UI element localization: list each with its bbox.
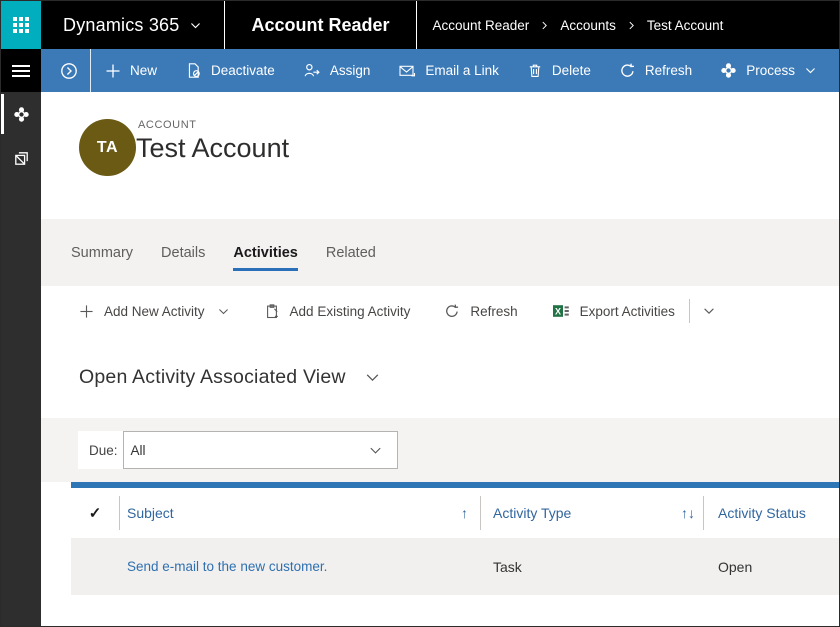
tab-summary[interactable]: Summary — [71, 235, 133, 271]
chevron-down-icon — [804, 64, 817, 77]
email-a-link-button[interactable]: Email a Link — [384, 49, 513, 92]
toolbar-overflow-button[interactable] — [702, 304, 716, 318]
column-header-subject[interactable]: Subject ↑ — [120, 505, 480, 521]
rail-item-recent[interactable] — [1, 136, 41, 180]
main-content: TA ACCOUNT Test Account Summary Details … — [41, 92, 839, 626]
deactivate-icon — [185, 62, 202, 79]
site-map-menu-button[interactable] — [1, 49, 41, 92]
assign-person-icon — [303, 62, 321, 79]
refresh-icon — [444, 303, 460, 319]
chevron-down-icon — [702, 304, 716, 318]
record-set-navigator-button[interactable] — [41, 62, 90, 80]
plus-icon — [79, 304, 94, 319]
plus-icon — [105, 63, 121, 79]
module-title[interactable]: Account Reader — [225, 1, 415, 49]
recent-pages-icon — [12, 149, 31, 168]
pinwheel-icon — [13, 106, 30, 123]
add-existing-activity-button[interactable]: Add Existing Activity — [264, 303, 411, 320]
email-a-link-button-label: Email a Link — [425, 63, 499, 78]
export-activities-button[interactable]: X Export Activities — [552, 303, 675, 319]
record-header: TA ACCOUNT Test Account — [41, 92, 839, 219]
refresh-activities-label: Refresh — [470, 304, 517, 319]
circle-chevron-right-icon — [60, 62, 78, 80]
table-row[interactable]: Send e-mail to the new customer. Task Op… — [71, 538, 839, 595]
entity-type-label: ACCOUNT — [138, 119, 197, 131]
chevron-down-icon[interactable] — [364, 369, 381, 386]
activities-toolbar: Add New Activity Add Existing Activity — [41, 286, 839, 336]
deactivate-button[interactable]: Deactivate — [171, 49, 289, 92]
subject-link[interactable]: Send e-mail to the new customer. — [127, 559, 327, 574]
account-avatar: TA — [79, 119, 136, 176]
process-button[interactable]: Process — [706, 49, 831, 92]
avatar-initials: TA — [97, 139, 118, 157]
cell-subject: Send e-mail to the new customer. — [120, 559, 480, 574]
refresh-activities-button[interactable]: Refresh — [444, 303, 517, 319]
deactivate-button-label: Deactivate — [211, 63, 275, 78]
email-link-icon — [398, 63, 416, 79]
svg-text:X: X — [555, 306, 561, 316]
add-existing-activity-label: Add Existing Activity — [290, 304, 411, 319]
clipboard-edit-icon — [264, 303, 280, 320]
sort-both-icon[interactable]: ↑↓ — [681, 505, 695, 521]
delete-button-label: Delete — [552, 63, 591, 78]
record-title: Test Account — [136, 133, 289, 164]
tab-details[interactable]: Details — [161, 235, 205, 271]
due-filter-label: Due: — [78, 431, 123, 469]
left-navigation-rail — [1, 49, 41, 626]
check-icon: ✓ — [89, 504, 102, 522]
tab-related[interactable]: Related — [326, 235, 376, 271]
chevron-right-icon — [626, 20, 637, 31]
refresh-button-label: Refresh — [645, 63, 692, 78]
due-filter-value: All — [131, 443, 146, 458]
cell-activity-status: Open — [704, 559, 839, 575]
excel-export-icon: X — [552, 303, 570, 319]
grid-header-row: ✓ Subject ↑ Activity Type ↑↓ Activity St… — [71, 488, 839, 538]
add-new-activity-label: Add New Activity — [104, 304, 205, 319]
waffle-icon — [13, 17, 29, 33]
dynamics-365-window: Dynamics 365 Account Reader Account Read… — [0, 0, 840, 627]
refresh-button[interactable]: Refresh — [605, 49, 706, 92]
activities-grid: ✓ Subject ↑ Activity Type ↑↓ Activity St… — [71, 482, 839, 595]
sort-ascending-icon[interactable]: ↑ — [461, 505, 468, 521]
app-name: Dynamics 365 — [63, 15, 179, 36]
cell-activity-type: Task — [481, 559, 703, 575]
breadcrumb: Account Reader Accounts Test Account — [417, 1, 728, 49]
delete-button[interactable]: Delete — [513, 49, 605, 92]
record-tabs: Summary Details Activities Related — [41, 219, 839, 286]
view-selector-row: Open Activity Associated View — [41, 336, 839, 418]
new-button-label: New — [130, 63, 157, 78]
export-activities-label: Export Activities — [580, 304, 675, 319]
refresh-icon — [619, 62, 636, 79]
view-selector[interactable]: Open Activity Associated View — [79, 366, 346, 389]
divider — [689, 299, 690, 323]
rail-item-home[interactable] — [1, 92, 41, 136]
chevron-down-icon — [189, 19, 202, 32]
chevron-down-icon — [368, 443, 383, 458]
tab-activities[interactable]: Activities — [233, 235, 297, 271]
add-new-activity-button[interactable]: Add New Activity — [79, 304, 230, 319]
process-pinwheel-icon — [720, 62, 737, 79]
breadcrumb-item-account-reader[interactable]: Account Reader — [433, 18, 530, 33]
due-filter-dropdown[interactable]: All — [123, 431, 398, 469]
due-filter-row: Due: All — [41, 418, 839, 482]
process-button-label: Process — [746, 63, 795, 78]
chevron-down-icon — [217, 305, 230, 318]
assign-button-label: Assign — [330, 63, 371, 78]
trash-icon — [527, 62, 543, 79]
hamburger-icon — [12, 62, 30, 80]
select-all-checkbox[interactable]: ✓ — [71, 504, 119, 522]
column-header-activity-status[interactable]: Activity Status — [704, 505, 839, 521]
app-switcher[interactable]: Dynamics 365 — [41, 1, 224, 49]
column-header-activity-type[interactable]: Activity Type ↑↓ — [481, 505, 703, 521]
breadcrumb-item-accounts[interactable]: Accounts — [560, 18, 616, 33]
chevron-right-icon — [539, 20, 550, 31]
command-bar: New Deactivate Assign — [41, 49, 839, 92]
breadcrumb-item-test-account[interactable]: Test Account — [647, 18, 724, 33]
assign-button[interactable]: Assign — [289, 49, 385, 92]
new-button[interactable]: New — [91, 49, 171, 92]
top-navigation-bar: Dynamics 365 Account Reader Account Read… — [1, 1, 839, 49]
app-launcher-button[interactable] — [1, 1, 41, 49]
